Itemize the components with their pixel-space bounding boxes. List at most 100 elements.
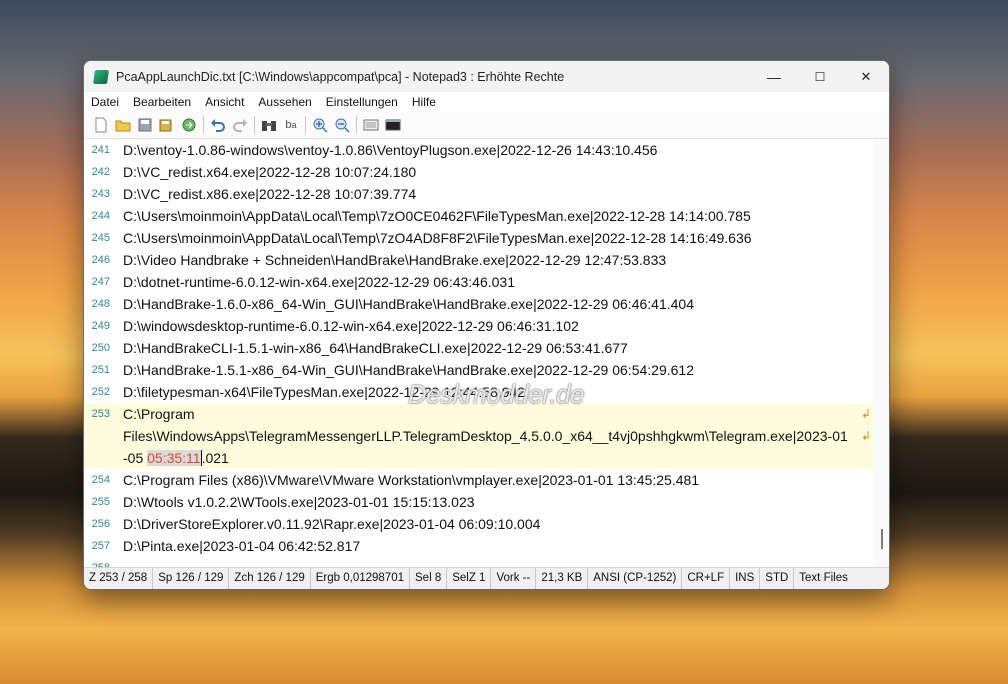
line-text: D:\dotnet-runtime-6.0.12-win-x64.exe|202…: [123, 274, 515, 290]
selected-text[interactable]: 05:35:11: [147, 450, 201, 466]
line-text: D:\ventoy-1.0.86-windows\ventoy-1.0.86\V…: [123, 142, 658, 158]
text-line[interactable]: 257 D:\Pinta.exe|2023-01-04 06:42:52.817: [84, 535, 873, 557]
maximize-button[interactable]: ☐: [797, 61, 843, 92]
line-number: 241: [91, 144, 110, 156]
line-number: 256: [91, 518, 110, 530]
line-text: Files\WindowsApps\TelegramMessengerLLP.T…: [123, 428, 848, 444]
line-number: 248: [91, 298, 110, 310]
line-text: D:\DriverStoreExplorer.v0.11.92\Rapr.exe…: [123, 516, 541, 532]
line-number: 253: [91, 408, 110, 420]
line-text: D:\VC_redist.x86.exe|2022-12-28 10:07:39…: [123, 186, 417, 202]
notepad3-app-icon: [93, 69, 109, 84]
save-icon[interactable]: [134, 114, 156, 136]
status-occurrences[interactable]: Vork --: [491, 568, 537, 589]
line-text: D:\HandBrake-1.6.0-x86_64-Win_GUI\HandBr…: [123, 296, 694, 312]
status-insert-mode[interactable]: INS: [730, 568, 761, 589]
status-result[interactable]: Ergb 0,01298701: [311, 568, 410, 589]
line-text: D:\Pinta.exe|2023-01-04 06:42:52.817: [123, 538, 361, 554]
text-line[interactable]: 247 D:\dotnet-runtime-6.0.12-win-x64.exe|…: [84, 271, 873, 293]
text-line[interactable]: 249 D:\windowsdesktop-runtime-6.0.12-win-…: [84, 315, 873, 337]
menu-aussehen[interactable]: Aussehen: [251, 95, 318, 109]
replace-icon[interactable]: ba: [280, 114, 302, 136]
line-number: 251: [91, 364, 110, 376]
text-line[interactable]: 251 D:\HandBrake-1.5.1-x86_64-Win_GUI\Han…: [84, 359, 873, 381]
text-line[interactable]: 245 C:\Users\moinmoin\AppData\Local\Temp\…: [84, 227, 873, 249]
current-line-block[interactable]: 253 C:\Program ↲ Files\WindowsApps\Teleg…: [84, 403, 873, 469]
toolbar-separator: [356, 116, 357, 134]
text-line[interactable]: 244 C:\Users\moinmoin\AppData\Local\Temp\…: [84, 205, 873, 227]
status-eol[interactable]: CR+LF: [682, 568, 731, 589]
status-selection[interactable]: Sel 8: [410, 568, 448, 589]
status-encoding[interactable]: ANSI (CP-1252): [588, 568, 683, 589]
zoom-in-icon[interactable]: [309, 114, 331, 136]
toolbar-separator: [203, 116, 204, 134]
toolbar-separator: [305, 116, 306, 134]
line-number: 254: [91, 474, 110, 486]
scrollbar-thumb[interactable]: [881, 529, 883, 549]
menu-ansicht[interactable]: Ansicht: [198, 95, 251, 109]
status-selected-lines[interactable]: SelZ 1: [447, 568, 492, 589]
line-text-group: -05 05:35:11.021: [123, 447, 229, 469]
redo-icon[interactable]: [229, 114, 251, 136]
text-line[interactable]: 248 D:\HandBrake-1.6.0-x86_64-Win_GUI\Han…: [84, 293, 873, 315]
save-as-icon[interactable]: [156, 114, 178, 136]
text-line[interactable]: 255 D:\Wtools v1.0.2.2\WTools.exe|2023-01…: [84, 491, 873, 513]
toolbar-separator: [254, 116, 255, 134]
wrap-indicator-icon: ↲: [860, 429, 871, 443]
notepad3-window: PcaAppLaunchDic.txt [C:\Windows\appcompa…: [83, 60, 890, 590]
menu-einstellungen[interactable]: Einstellungen: [319, 95, 405, 109]
text-line[interactable]: 256 D:\DriverStoreExplorer.v0.11.92\Rapr.…: [84, 513, 873, 535]
line-number: 247: [91, 276, 110, 288]
open-icon[interactable]: [112, 114, 134, 136]
text-line[interactable]: 241 D:\ventoy-1.0.86-windows\ventoy-1.0.8…: [84, 139, 873, 161]
text-line[interactable]: 250 D:\HandBrakeCLI-1.5.1-win-x86_64\Hand…: [84, 337, 873, 359]
status-line[interactable]: Z 253 / 258: [84, 568, 154, 589]
line-number: 244: [91, 210, 110, 222]
line-number: 255: [91, 496, 110, 508]
line-text: D:\windowsdesktop-runtime-6.0.12-win-x64…: [123, 318, 579, 334]
line-number: 250: [91, 342, 110, 354]
title-bar[interactable]: PcaAppLaunchDic.txt [C:\Windows\appcompa…: [84, 61, 889, 92]
undo-icon[interactable]: [207, 114, 229, 136]
status-chars[interactable]: Zch 126 / 129: [229, 568, 311, 589]
scheme-icon[interactable]: [360, 114, 382, 136]
close-button[interactable]: ✕: [843, 61, 889, 92]
status-filesize[interactable]: 21,3 KB: [536, 568, 589, 589]
line-number: 243: [91, 188, 110, 200]
status-column[interactable]: Sp 126 / 129: [153, 568, 230, 589]
browse-icon[interactable]: [178, 114, 200, 136]
line-text: -05: [123, 450, 148, 466]
line-text: .021: [201, 450, 229, 466]
console-icon[interactable]: [382, 114, 404, 136]
text-line[interactable]: 242 D:\VC_redist.x64.exe|2022-12-28 10:07…: [84, 161, 873, 183]
watermark: Deskmodder.de: [408, 379, 585, 409]
line-number: 257: [91, 540, 110, 552]
menu-bearbeiten[interactable]: Bearbeiten: [126, 95, 198, 109]
minimize-button[interactable]: —: [751, 61, 797, 92]
status-mode[interactable]: STD: [760, 568, 795, 589]
line-text: D:\Wtools v1.0.2.2\WTools.exe|2023-01-01…: [123, 494, 475, 510]
text-line[interactable]: 254 C:\Program Files (x86)\VMware\VMware …: [84, 469, 873, 491]
text-line[interactable]: 246 D:\Video Handbrake + Schneiden\HandBr…: [84, 249, 873, 271]
new-icon[interactable]: [90, 114, 112, 136]
line-number: 242: [91, 166, 110, 178]
line-number: 246: [91, 254, 110, 266]
wrapped-line-part: Files\WindowsApps\TelegramMessengerLLP.T…: [84, 425, 873, 447]
menu-bar: Datei Bearbeiten Ansicht Aussehen Einste…: [84, 92, 889, 112]
status-filetype[interactable]: Text Files: [794, 568, 853, 589]
find-icon[interactable]: [258, 114, 280, 136]
line-number: 249: [91, 320, 110, 332]
vertical-scrollbar[interactable]: [873, 139, 889, 570]
text-editor[interactable]: 241 D:\ventoy-1.0.86-windows\ventoy-1.0.8…: [84, 139, 873, 570]
line-text: C:\Users\moinmoin\AppData\Local\Temp\7zO…: [123, 230, 752, 246]
line-text: C:\Program Files (x86)\VMware\VMware Wor…: [123, 472, 700, 488]
line-text: C:\Users\moinmoin\AppData\Local\Temp\7zO…: [123, 208, 751, 224]
zoom-out-icon[interactable]: [331, 114, 353, 136]
line-text: D:\Video Handbrake + Schneiden\HandBrake…: [123, 252, 667, 268]
line-text: D:\HandBrake-1.5.1-x86_64-Win_GUI\HandBr…: [123, 362, 694, 378]
menu-datei[interactable]: Datei: [84, 95, 126, 109]
text-line[interactable]: 243 D:\VC_redist.x86.exe|2022-12-28 10:07…: [84, 183, 873, 205]
menu-hilfe[interactable]: Hilfe: [405, 95, 443, 109]
wrapped-line-part: -05 05:35:11.021: [84, 447, 873, 469]
line-number: 252: [91, 386, 110, 398]
